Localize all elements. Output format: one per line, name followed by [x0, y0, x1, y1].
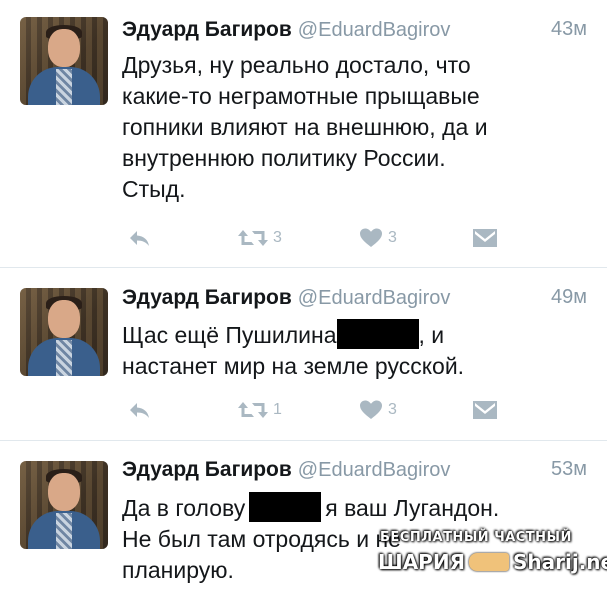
tweet-time[interactable]: 53м — [551, 458, 587, 481]
like-count: 3 — [388, 229, 397, 246]
like-button[interactable]: 3 — [359, 223, 397, 253]
redaction-block — [336, 319, 419, 349]
tweet-header: Эдуард Багиров @EduardBagirov — [122, 286, 450, 310]
avatar[interactable] — [20, 288, 108, 376]
tweet-1[interactable]: Эдуард Багиров @EduardBagirov 43м Друзья,… — [0, 0, 607, 266]
tweet-text-line: настанет мир на земле русской. — [122, 353, 465, 379]
reply-button[interactable] — [128, 223, 152, 253]
reply-arrow-icon — [130, 231, 149, 246]
tweet-time[interactable]: 43м — [551, 18, 587, 41]
tweet-text-line: Стыд. — [122, 176, 186, 202]
tweet-2[interactable]: Эдуард Багиров @EduardBagirov 49м Щас ещё… — [0, 268, 607, 440]
author-name[interactable]: Эдуард Багиров — [122, 458, 292, 481]
like-count: 3 — [388, 401, 397, 418]
avatar[interactable] — [20, 17, 108, 105]
like-button[interactable]: 3 — [359, 395, 397, 425]
retweet-count: 1 — [273, 401, 282, 418]
direct-message-icon — [473, 229, 497, 247]
text-segment: , и — [418, 322, 445, 348]
watermark-right: Sharij.net — [512, 550, 607, 574]
avatar[interactable] — [20, 461, 108, 549]
tweet-header: Эдуард Багиров @EduardBagirov — [122, 18, 450, 42]
retweet-icon — [238, 230, 268, 246]
reply-button[interactable] — [128, 395, 152, 425]
tweet-text-line: внутреннюю политику России. — [122, 145, 446, 171]
text-segment: Да в голову — [122, 495, 246, 521]
author-handle[interactable]: @EduardBagirov — [298, 19, 451, 41]
tweet-text-line: какие-то неграмотные прыщавые — [122, 83, 480, 109]
retweet-button[interactable]: 1 — [238, 395, 282, 425]
tweet-text-line: Друзья, ну реально достало, что — [122, 52, 471, 78]
text-segment: я ваш Лугандон. — [325, 495, 500, 521]
tweet-text-line: Да в голову я ваш Лугандон. — [122, 492, 572, 524]
dm-button[interactable] — [472, 395, 498, 425]
tweet-time[interactable]: 49м — [551, 286, 587, 309]
author-name[interactable]: Эдуард Багиров — [122, 286, 292, 309]
reply-arrow-icon — [130, 403, 149, 418]
watermark: БЕСПЛАТНЫЙ ЧАСТНЫЙ ШАРИЯ Sharij.net — [372, 530, 607, 582]
tweet-text: Друзья, ну реально достало, что какие-то… — [122, 50, 572, 205]
text-segment: Щас ещё Пушилина — [122, 322, 337, 348]
heart-icon — [360, 400, 382, 419]
pointing-hand-icon — [468, 553, 509, 571]
tweet-text: Щас ещё Пушилина , и настанет мир на земл… — [122, 319, 572, 382]
author-handle[interactable]: @EduardBagirov — [298, 459, 451, 481]
retweet-button[interactable]: 3 — [238, 223, 282, 253]
watermark-left: ШАРИЯ — [378, 550, 465, 574]
tweet-text-line: гопники влияют на внешнюю, да и — [122, 114, 488, 140]
watermark-bottom: ШАРИЯ Sharij.net — [378, 550, 607, 574]
retweet-icon — [238, 402, 268, 418]
tweet-text-line: Щас ещё Пушилина , и — [122, 319, 572, 351]
heart-icon — [360, 228, 382, 247]
direct-message-icon — [473, 401, 497, 419]
redaction-block — [249, 492, 322, 522]
retweet-count: 3 — [273, 229, 282, 246]
author-handle[interactable]: @EduardBagirov — [298, 287, 451, 309]
tweet-header: Эдуард Багиров @EduardBagirov — [122, 458, 450, 482]
watermark-top: БЕСПЛАТНЫЙ ЧАСТНЫЙ — [380, 530, 572, 545]
author-name[interactable]: Эдуард Багиров — [122, 18, 292, 41]
dm-button[interactable] — [472, 223, 498, 253]
